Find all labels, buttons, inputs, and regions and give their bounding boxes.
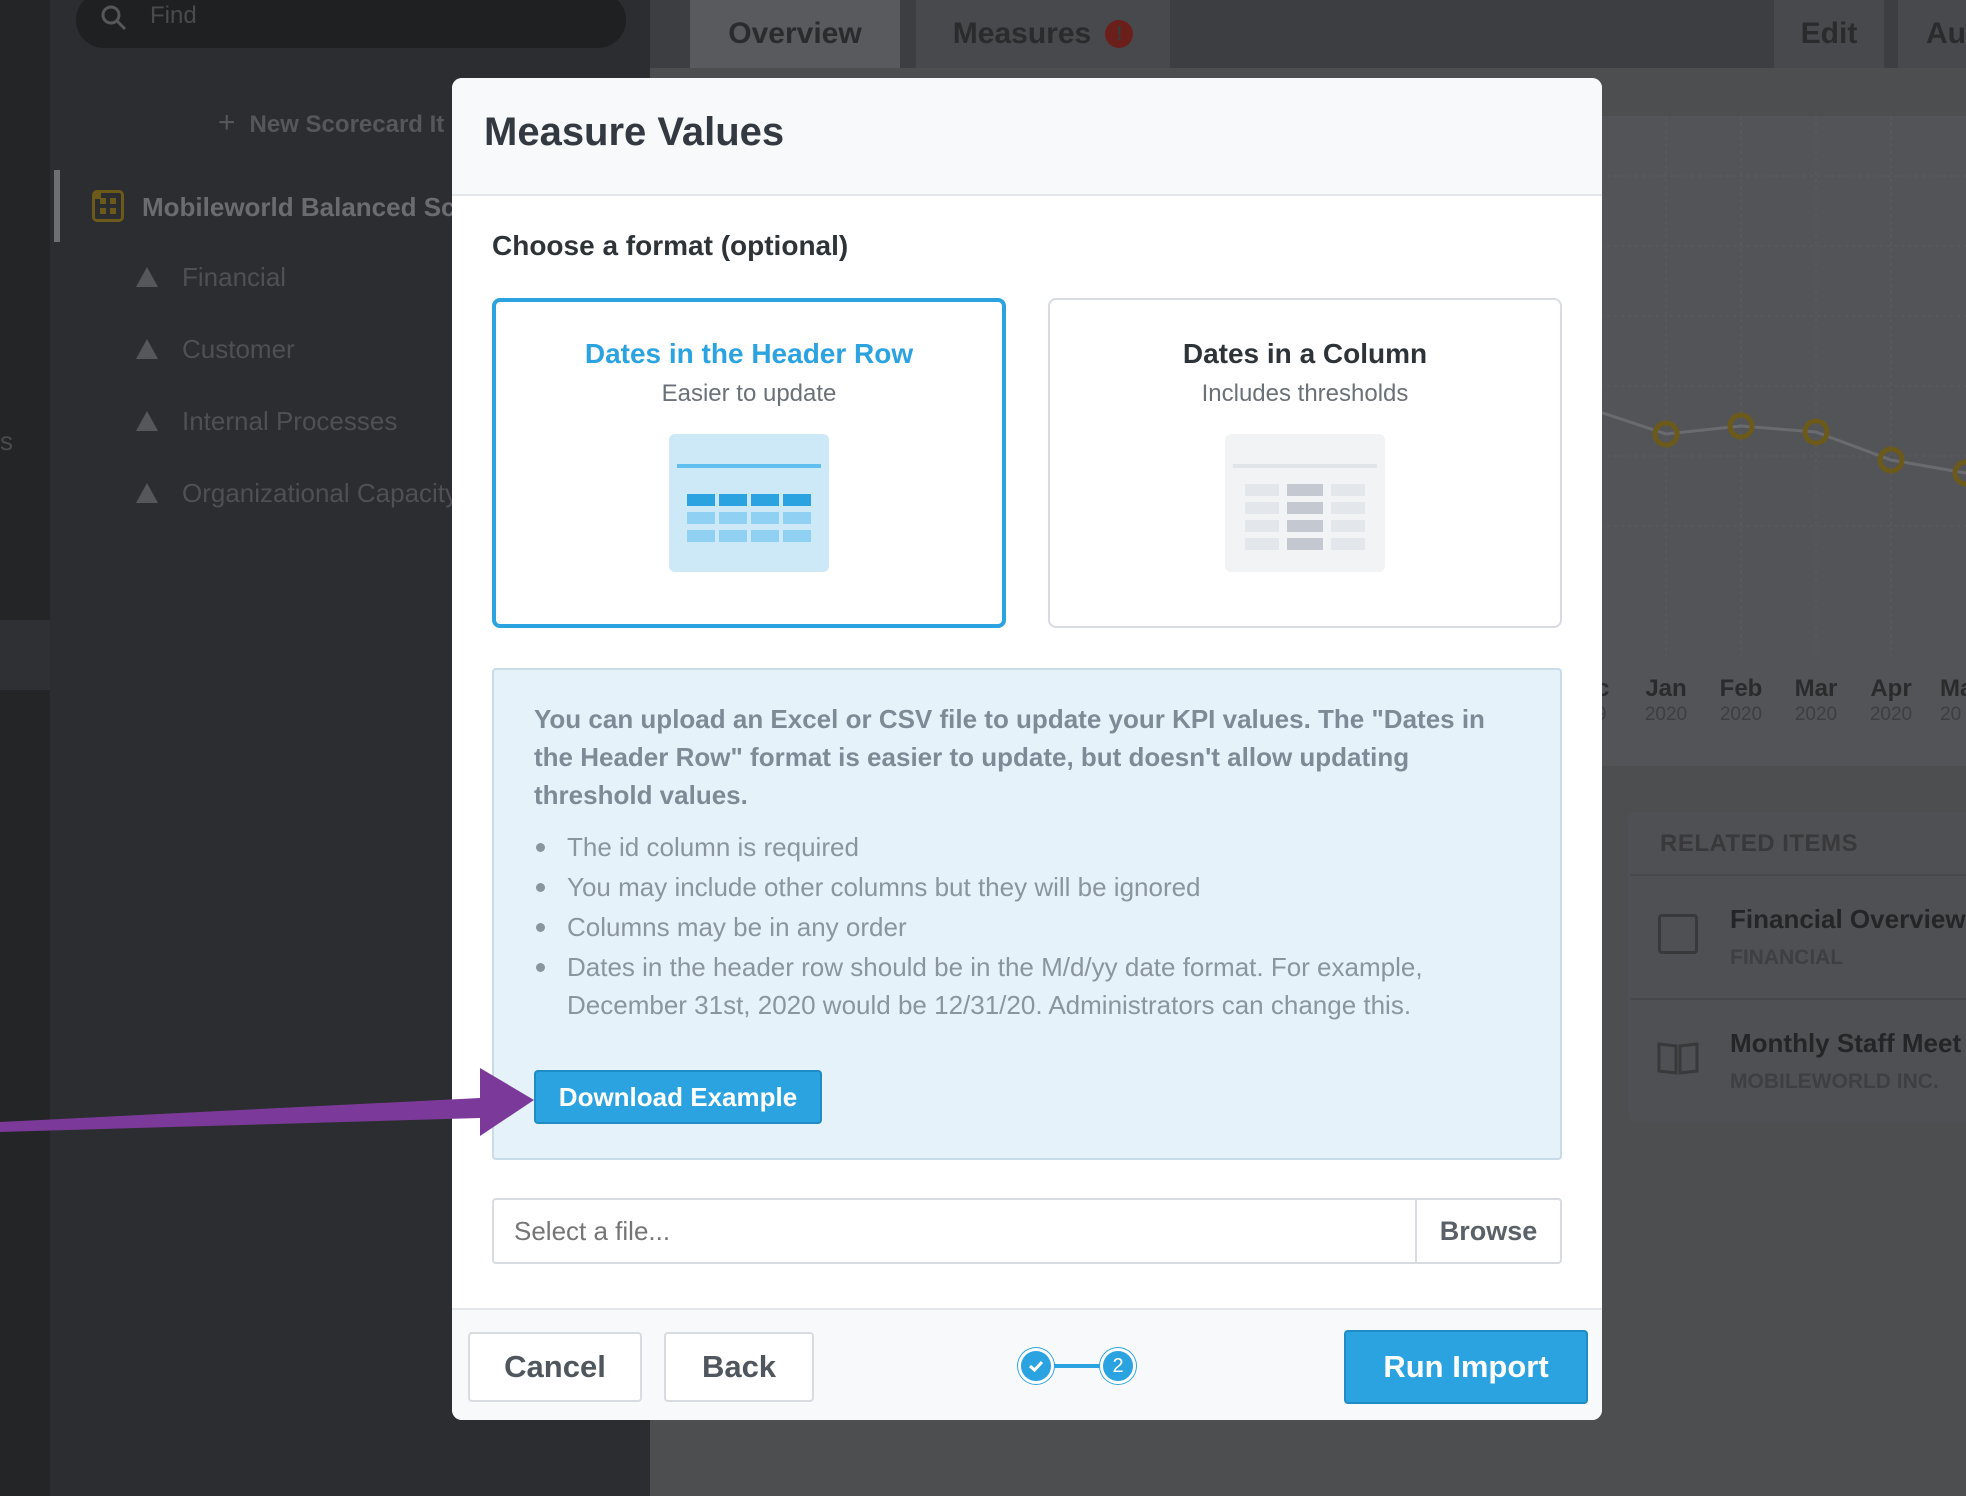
header-row-table-icon bbox=[669, 434, 829, 572]
format-option-title: Dates in a Column bbox=[1182, 338, 1428, 369]
dashboard-icon bbox=[1658, 914, 1698, 954]
alert-icon: ! bbox=[1105, 20, 1134, 48]
sidebar-item-financial[interactable]: Financial bbox=[136, 262, 286, 293]
tab-measures-label: Measures bbox=[952, 17, 1092, 50]
active-indicator bbox=[54, 170, 60, 242]
triangle-icon bbox=[136, 411, 158, 431]
tab-overview[interactable]: Overview bbox=[690, 0, 900, 68]
new-scorecard-item-label: New Scorecard It bbox=[249, 111, 445, 138]
sidebar-item-label: Customer bbox=[182, 334, 295, 364]
format-option-header-row[interactable]: Dates in the Header Row Easier to update bbox=[492, 298, 1006, 628]
related-item-name[interactable]: Financial Overview bbox=[1730, 904, 1966, 935]
dialog-title: Measure Values bbox=[484, 110, 785, 154]
list-item: You may include other columns but they w… bbox=[534, 868, 1524, 906]
book-icon bbox=[1657, 1042, 1699, 1075]
back-button[interactable]: Back bbox=[664, 1332, 814, 1402]
sidebar-item-label: Financial bbox=[182, 262, 287, 292]
scorecard-icon bbox=[92, 190, 124, 222]
step-1-complete bbox=[1018, 1348, 1054, 1384]
chart-tick: Ma20 bbox=[1940, 675, 1966, 726]
line-chart bbox=[1600, 116, 1966, 656]
column-table-icon bbox=[1225, 434, 1385, 572]
measure-values-dialog: Measure Values Choose a format (optional… bbox=[452, 78, 1602, 1420]
format-option-subtitle: Easier to update bbox=[661, 380, 837, 407]
wizard-steps: 2 bbox=[1018, 1348, 1136, 1384]
arrow-annotation bbox=[0, 1068, 534, 1136]
browse-button[interactable]: Browse bbox=[1415, 1198, 1562, 1264]
dialog-footer: Cancel Back 2 Run Import bbox=[452, 1308, 1602, 1420]
search-icon bbox=[101, 5, 127, 31]
sidebar-item-label: Internal Processes bbox=[182, 406, 398, 436]
list-item: Columns may be in any order bbox=[534, 908, 1524, 946]
download-example-button[interactable]: Download Example bbox=[534, 1070, 822, 1124]
triangle-icon bbox=[136, 483, 158, 503]
step-2-current: 2 bbox=[1100, 1348, 1136, 1384]
cancel-button[interactable]: Cancel bbox=[468, 1332, 642, 1402]
format-option-subtitle: Includes thresholds bbox=[1201, 380, 1409, 407]
new-scorecard-item-button[interactable]: + New Scorecard It bbox=[218, 106, 444, 140]
sidebar-item-scorecard[interactable]: Mobileworld Balanced Sco bbox=[142, 192, 471, 223]
sidebar-item-organizational-capacity[interactable]: Organizational Capacity bbox=[136, 478, 458, 509]
divider bbox=[1630, 874, 1966, 876]
sidebar-rail-active bbox=[0, 620, 50, 690]
triangle-icon bbox=[136, 267, 158, 287]
list-item: Dates in the header row should be in the… bbox=[534, 948, 1524, 1024]
chart-tick: Feb 2020 bbox=[1719, 675, 1763, 726]
partial-label: s bbox=[0, 426, 13, 456]
sidebar-item-customer[interactable]: Customer bbox=[136, 334, 295, 365]
step-connector bbox=[1052, 1364, 1102, 1368]
run-import-button[interactable]: Run Import bbox=[1344, 1330, 1588, 1404]
dialog-header: Measure Values bbox=[452, 78, 1602, 196]
info-text: You can upload an Excel or CSV file to u… bbox=[534, 704, 1485, 810]
sidebar-item-internal-processes[interactable]: Internal Processes bbox=[136, 406, 397, 437]
format-option-column[interactable]: Dates in a Column Includes thresholds bbox=[1048, 298, 1562, 628]
search-input[interactable]: Find bbox=[150, 2, 197, 30]
related-items-title: RELATED ITEMS bbox=[1660, 830, 1859, 857]
format-option-title: Dates in the Header Row bbox=[584, 338, 914, 369]
file-path-input[interactable] bbox=[492, 1198, 1415, 1264]
related-item-name[interactable]: Monthly Staff Meet bbox=[1730, 1028, 1961, 1059]
chart-tick: Jan 2020 bbox=[1644, 675, 1688, 726]
edit-button[interactable]: Edit bbox=[1774, 0, 1884, 68]
format-section-label: Choose a format (optional) bbox=[492, 230, 849, 261]
related-item-sub: FINANCIAL bbox=[1730, 946, 1844, 969]
sidebar-item-label: Organizational Capacity bbox=[182, 478, 459, 508]
chart-tick: Apr 2020 bbox=[1869, 675, 1913, 726]
plus-icon: + bbox=[218, 106, 236, 139]
list-item: The id column is required bbox=[534, 828, 1524, 866]
search-box[interactable]: Find bbox=[76, 0, 626, 48]
tab-measures[interactable]: Measures! bbox=[916, 0, 1170, 68]
import-info-box: You can upload an Excel or CSV file to u… bbox=[492, 668, 1562, 1160]
info-bullet-list: The id column is required You may includ… bbox=[534, 828, 1524, 1026]
check-icon bbox=[1029, 1360, 1044, 1373]
tab-more[interactable]: Aug bbox=[1898, 0, 1966, 68]
chart-tick: Mar 2020 bbox=[1794, 675, 1838, 726]
sidebar-rail bbox=[0, 0, 50, 1496]
divider bbox=[1630, 998, 1966, 1000]
related-item-sub: MOBILEWORLD INC. bbox=[1730, 1070, 1939, 1093]
triangle-icon bbox=[136, 339, 158, 359]
